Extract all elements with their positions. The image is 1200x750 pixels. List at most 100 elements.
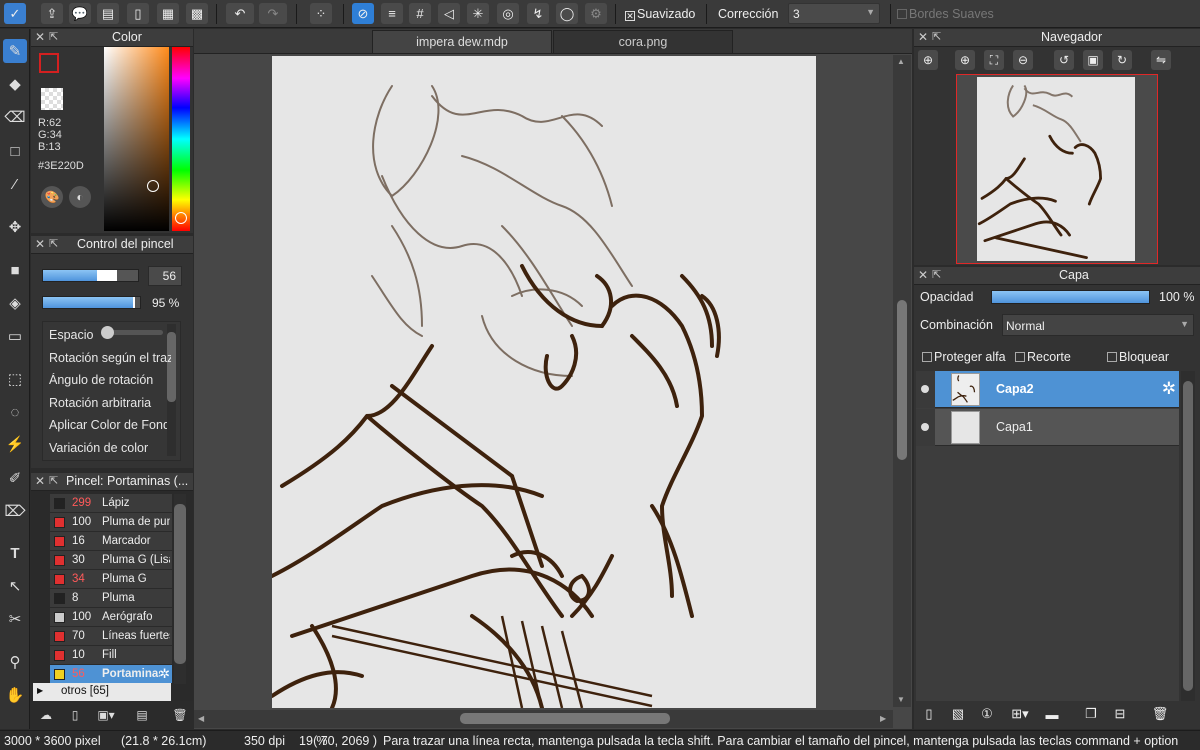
- visibility-icon[interactable]: [916, 371, 935, 408]
- primary-color-swatch[interactable]: [39, 53, 59, 73]
- radial-snap-icon[interactable]: ✳: [467, 3, 489, 24]
- curve-snap-icon[interactable]: ↯: [527, 3, 549, 24]
- brush-item[interactable]: 70 Líneas fuertes: [50, 627, 172, 646]
- folder-icon[interactable]: ▬: [1042, 704, 1062, 724]
- select-tool-icon[interactable]: ⬚: [3, 367, 27, 391]
- brush-item[interactable]: 30 Pluma G (Lisa): [50, 551, 172, 570]
- protect-alpha-checkbox[interactable]: Proteger alfa: [922, 350, 1006, 364]
- rectangle-tool-icon[interactable]: □: [3, 139, 27, 163]
- close-icon[interactable]: ✕: [35, 30, 45, 44]
- brush-size-slider[interactable]: [42, 269, 139, 282]
- comment-icon[interactable]: 💬: [69, 3, 91, 24]
- color-palette-icon[interactable]: 🎨: [41, 186, 63, 208]
- layer-opacity-slider[interactable]: [991, 290, 1150, 304]
- scrollbar-thumb[interactable]: [167, 332, 176, 402]
- brush-menu-icon[interactable]: ▣▾: [95, 705, 117, 725]
- brush-properties-icon[interactable]: ▤: [131, 705, 153, 725]
- close-icon[interactable]: ✕: [35, 474, 45, 488]
- brush-item[interactable]: 100 Pluma de punta: [50, 513, 172, 532]
- delete-brush-icon[interactable]: 🗑: [169, 705, 191, 725]
- brush-item[interactable]: 10 Fill: [50, 646, 172, 665]
- delete-layer-icon[interactable]: 🗑: [1150, 704, 1170, 724]
- flip-horizontal-icon[interactable]: ⇋: [1151, 50, 1171, 70]
- soft-edges-checkbox[interactable]: Bordes Suaves: [897, 7, 994, 21]
- scroll-up-icon[interactable]: ▲: [897, 57, 905, 66]
- smoothing-checkbox[interactable]: ✕ Suavizado: [625, 7, 695, 21]
- new-8bit-layer-icon[interactable]: ①: [977, 704, 997, 724]
- blend-mode-select[interactable]: Normal ▼: [1002, 314, 1194, 336]
- detach-icon[interactable]: ⇱: [932, 268, 941, 281]
- redo-icon[interactable]: ↷: [259, 3, 287, 24]
- spacing-slider-knob[interactable]: [101, 326, 114, 339]
- tab-impera-dew[interactable]: impera dew.mdp: [372, 30, 552, 53]
- saturation-value-picker[interactable]: [104, 47, 169, 231]
- line-brush-tool-icon[interactable]: ⁄: [3, 172, 27, 196]
- setting-rotation-stroke[interactable]: Rotación según el trazo: [49, 351, 171, 365]
- add-layer-menu-icon[interactable]: ⊞▾: [1006, 704, 1034, 724]
- divide-tool-icon[interactable]: ✂: [3, 607, 27, 631]
- zoom-actual-icon[interactable]: ⊕: [918, 50, 938, 70]
- close-icon[interactable]: ✕: [918, 268, 928, 282]
- new-halftone-layer-icon[interactable]: ▧: [948, 704, 968, 724]
- hue-cursor[interactable]: [175, 212, 187, 224]
- tab-cora[interactable]: cora.png: [553, 30, 733, 53]
- new-brush-icon[interactable]: ▯: [64, 705, 86, 725]
- detach-icon[interactable]: ⇱: [49, 30, 58, 43]
- operation-tool-icon[interactable]: ↖: [3, 574, 27, 598]
- fill-shape-tool-icon[interactable]: ■: [3, 258, 27, 282]
- scrollbar-thumb[interactable]: [1183, 381, 1193, 691]
- fit-window-icon[interactable]: ⛶: [984, 50, 1004, 70]
- undo-icon[interactable]: ↶: [226, 3, 254, 24]
- reset-view-icon[interactable]: ▣: [1083, 50, 1103, 70]
- close-icon[interactable]: ✕: [918, 30, 928, 44]
- download-brush-icon[interactable]: ☁: [35, 705, 57, 725]
- canvas-horizontal-scrollbar[interactable]: ◀ ▶: [194, 710, 893, 728]
- color-picker-cursor[interactable]: [147, 180, 159, 192]
- brush-item[interactable]: 34 Pluma G: [50, 570, 172, 589]
- layer-settings-icon[interactable]: ✲: [1162, 379, 1176, 399]
- brush-item[interactable]: 8 Pluma: [50, 589, 172, 608]
- gradient-tool-icon[interactable]: ▭: [3, 324, 27, 348]
- page-icon[interactable]: ▯: [127, 3, 149, 24]
- snap-off-icon[interactable]: ⊘: [352, 3, 374, 24]
- drawing-canvas[interactable]: [272, 56, 816, 708]
- select-eraser-tool-icon[interactable]: ⌦: [3, 499, 27, 523]
- deselect-icon[interactable]: ⁘: [310, 3, 332, 24]
- brush-item[interactable]: 16 Marcador: [50, 532, 172, 551]
- brush-list-scrollbar[interactable]: [174, 494, 186, 684]
- brush-item[interactable]: 299 Lápiz: [50, 494, 172, 513]
- brush-tool-icon[interactable]: ✎: [3, 39, 27, 63]
- layer-row-capa2[interactable]: Capa2 ✲: [916, 371, 1179, 408]
- share-icon[interactable]: ⇪: [41, 3, 63, 24]
- brush-size-value[interactable]: 56: [148, 266, 182, 286]
- setting-rotation-angle[interactable]: Ángulo de rotación: [49, 373, 171, 387]
- canvas-vertical-scrollbar[interactable]: ▲ ▼: [893, 55, 911, 707]
- medibang-cloud-icon[interactable]: ✓: [4, 3, 26, 24]
- close-icon[interactable]: ✕: [35, 237, 45, 251]
- ellipse-snap-icon[interactable]: ◯: [556, 3, 578, 24]
- duplicate-layer-icon[interactable]: ❐: [1081, 704, 1101, 724]
- detach-icon[interactable]: ⇱: [932, 30, 941, 43]
- grid-snap-icon[interactable]: #: [409, 3, 431, 24]
- new-layer-icon[interactable]: ▯: [919, 704, 939, 724]
- detach-icon[interactable]: ⇱: [49, 474, 58, 487]
- lock-checkbox[interactable]: Bloquear: [1107, 350, 1169, 364]
- circle-snap-icon[interactable]: ◎: [497, 3, 519, 24]
- brush-item[interactable]: 56 Portaminas ✲: [50, 665, 172, 684]
- snap-settings-icon[interactable]: ⚙: [585, 3, 607, 24]
- merge-layer-icon[interactable]: ⊟: [1110, 704, 1130, 724]
- page-list-icon[interactable]: ▦: [157, 3, 179, 24]
- scroll-left-icon[interactable]: ◀: [198, 714, 204, 723]
- navigator-preview[interactable]: [956, 74, 1158, 264]
- brush-settings-scrollbar[interactable]: [167, 324, 176, 456]
- detach-icon[interactable]: ⇱: [49, 237, 58, 250]
- scrollbar-thumb[interactable]: [174, 504, 186, 664]
- scroll-right-icon[interactable]: ▶: [880, 714, 886, 723]
- visibility-icon[interactable]: [916, 409, 935, 446]
- brush-settings-icon[interactable]: ✲: [159, 666, 170, 682]
- zoom-out-icon[interactable]: ⊖: [1013, 50, 1033, 70]
- layer-row-capa1[interactable]: Capa1: [916, 409, 1179, 446]
- setting-color-variation[interactable]: Variación de color: [49, 441, 159, 455]
- move-tool-icon[interactable]: ✥: [3, 215, 27, 239]
- eraser-tool-icon[interactable]: ◆: [3, 72, 27, 96]
